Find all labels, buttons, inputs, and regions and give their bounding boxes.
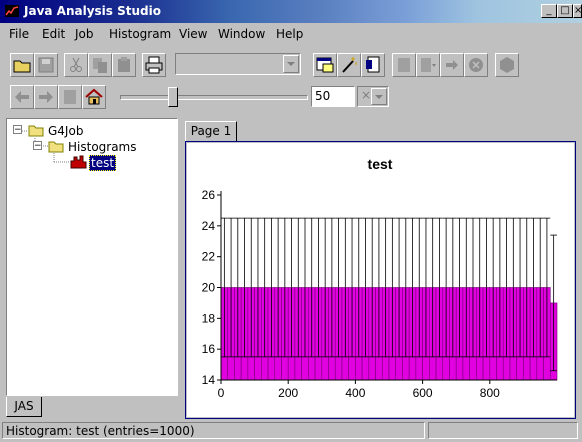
folder-open-icon xyxy=(28,125,44,137)
status-text: Histogram: test (entries=1000) xyxy=(6,424,195,438)
collapse-toggle-histograms[interactable]: − xyxy=(33,141,42,151)
menu-edit[interactable]: Edit xyxy=(42,27,65,41)
menu-window-label: Window xyxy=(218,27,266,41)
close-button[interactable]: × xyxy=(573,4,582,18)
tree-node-histograms[interactable]: Histograms xyxy=(68,140,137,154)
job-button-1[interactable] xyxy=(392,53,416,77)
histogram-icon xyxy=(70,155,87,169)
collapse-toggle-root[interactable]: − xyxy=(13,125,22,135)
new-page-button[interactable] xyxy=(313,53,337,77)
y-tick-label: 24 xyxy=(202,219,216,233)
y-tick-label: 22 xyxy=(202,250,216,264)
window-icon xyxy=(316,57,334,73)
y-tick-label: 16 xyxy=(202,342,216,356)
tree-node-g4job[interactable]: G4Job xyxy=(48,124,83,138)
histogram-chart: test 14 16 18 20 22 24 26 0 200 400 600 800 xyxy=(202,156,558,400)
cut-button[interactable] xyxy=(64,53,88,77)
forward-button[interactable] xyxy=(34,85,58,109)
tab-jas-label: JAS xyxy=(14,399,34,413)
open-button[interactable] xyxy=(10,53,34,77)
tab-page-1-label: Page 1 xyxy=(190,124,232,138)
go-arrow-icon xyxy=(446,60,458,70)
magic-wand-icon xyxy=(342,57,357,73)
y-tick-label: 18 xyxy=(202,311,216,325)
status-progress-cell xyxy=(428,422,578,439)
unit-combo[interactable]: × xyxy=(357,86,389,107)
menu-job-label: Job xyxy=(75,27,94,41)
back-button[interactable] xyxy=(10,85,34,109)
folder-open-icon xyxy=(48,141,64,153)
menu-edit-label: Edit xyxy=(42,27,66,41)
open-folder-icon xyxy=(13,60,31,73)
histogram-combo[interactable] xyxy=(175,53,301,75)
stop-button[interactable] xyxy=(464,53,488,77)
menu-view[interactable]: View xyxy=(179,27,207,41)
x-tick-label: 200 xyxy=(278,386,298,400)
status-message-cell: Histogram: test (entries=1000) xyxy=(2,422,425,439)
menu-file[interactable]: File xyxy=(9,27,29,41)
scissors-icon xyxy=(70,57,82,72)
page-button[interactable] xyxy=(58,85,82,109)
job-icon xyxy=(398,58,410,72)
tab-jas[interactable]: JAS xyxy=(6,397,42,417)
plugin-button[interactable] xyxy=(495,53,519,77)
menu-help-label: Help xyxy=(276,27,304,41)
wizard-button[interactable] xyxy=(337,53,361,77)
home-icon xyxy=(85,88,103,105)
job-step-icon xyxy=(421,58,436,72)
save-disk-icon xyxy=(38,57,54,73)
slider-track xyxy=(120,95,308,100)
arrow-right-icon xyxy=(39,91,53,103)
menu-job[interactable]: Job xyxy=(75,27,94,41)
slider-value: 50 xyxy=(315,89,331,103)
chevron-down-icon[interactable] xyxy=(371,88,387,105)
chevron-down-icon[interactable] xyxy=(283,55,299,73)
x-tick-label: 0 xyxy=(218,386,225,400)
y-tick-label: 20 xyxy=(202,281,216,295)
x-tick-label: 400 xyxy=(345,386,365,400)
menu-histogram-label: Histogram xyxy=(109,27,172,41)
stop-icon xyxy=(469,58,483,72)
save-button[interactable] xyxy=(34,53,58,77)
slider-value-field[interactable]: 50 xyxy=(311,86,355,107)
x-tick-label: 800 xyxy=(480,386,500,400)
window-title: Java Analysis Studio xyxy=(24,4,161,18)
go-button[interactable] xyxy=(440,53,464,77)
chart-title: test xyxy=(368,156,393,172)
app-logo-icon xyxy=(5,5,19,17)
job-button-2[interactable] xyxy=(416,53,440,77)
document-icon xyxy=(366,56,380,73)
print-button[interactable] xyxy=(142,53,166,77)
menu-help[interactable]: Help xyxy=(276,27,303,41)
slider-thumb[interactable] xyxy=(167,87,178,107)
tree-node-test[interactable]: test xyxy=(89,155,117,171)
paste-icon xyxy=(118,57,130,72)
menu-view-label: View xyxy=(179,27,208,41)
printer-icon xyxy=(145,56,163,74)
copy-icon xyxy=(93,58,107,73)
document-button[interactable] xyxy=(361,53,385,77)
menu-file-label: File xyxy=(9,27,30,41)
minimize-button[interactable]: _ xyxy=(541,4,557,18)
maximize-button[interactable]: □ xyxy=(557,4,573,18)
y-tick-label: 26 xyxy=(202,188,216,202)
home-button[interactable] xyxy=(82,85,106,109)
tab-page-1[interactable]: Page 1 xyxy=(185,121,237,142)
zoom-slider[interactable] xyxy=(112,86,310,108)
page-icon xyxy=(64,90,76,104)
menu-histogram[interactable]: Histogram xyxy=(109,27,171,41)
hexagon-icon xyxy=(500,57,514,73)
copy-button[interactable] xyxy=(88,53,112,77)
paste-button[interactable] xyxy=(112,53,136,77)
clear-icon: × xyxy=(361,88,372,102)
y-tick-label: 14 xyxy=(202,373,216,387)
menu-window[interactable]: Window xyxy=(218,27,265,41)
x-tick-label: 600 xyxy=(413,386,433,400)
arrow-left-icon xyxy=(15,91,29,103)
